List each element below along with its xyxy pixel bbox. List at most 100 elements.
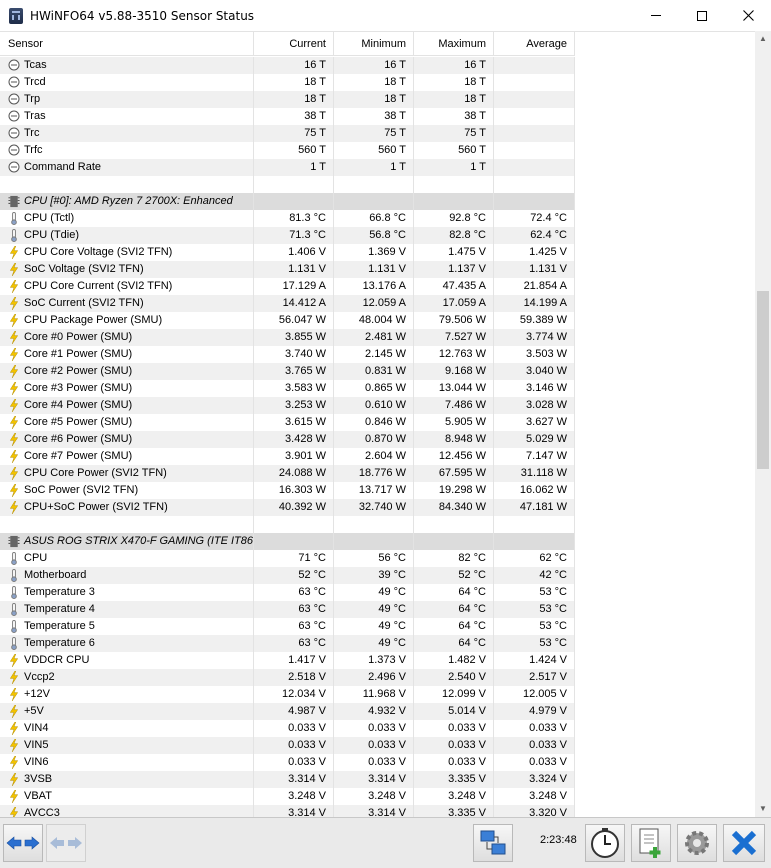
- maximize-button[interactable]: [679, 0, 725, 31]
- reset-timer-button[interactable]: [585, 824, 625, 862]
- sensor-minimum-value: 4.932 V: [334, 703, 414, 720]
- sensor-row[interactable]: Core #7 Power (SMU) 3.901 W 2.604 W 12.4…: [0, 448, 575, 465]
- sensor-row[interactable]: VIN6 0.033 V 0.033 V 0.033 V 0.033 V: [0, 754, 575, 771]
- sensor-row[interactable]: Core #2 Power (SMU) 3.765 W 0.831 W 9.16…: [0, 363, 575, 380]
- close-sensors-button[interactable]: [723, 824, 765, 862]
- scrollbar-thumb[interactable]: [757, 291, 769, 469]
- sensor-maximum-value: 17.059 A: [414, 295, 494, 312]
- sensor-row[interactable]: CPU Core Voltage (SVI2 TFN) 1.406 V 1.36…: [0, 244, 575, 261]
- column-header-minimum[interactable]: Minimum: [334, 32, 414, 56]
- sensor-maximum-value: 1.475 V: [414, 244, 494, 261]
- sensor-row[interactable]: SoC Voltage (SVI2 TFN) 1.131 V 1.131 V 1…: [0, 261, 575, 278]
- sensor-row[interactable]: CPU Core Power (SVI2 TFN) 24.088 W 18.77…: [0, 465, 575, 482]
- close-button[interactable]: [725, 0, 771, 31]
- sensor-average-value: [494, 74, 575, 91]
- sensor-group-row[interactable]: CPU [#0]: AMD Ryzen 7 2700X: Enhanced: [0, 193, 575, 210]
- sensor-row[interactable]: Core #4 Power (SMU) 3.253 W 0.610 W 7.48…: [0, 397, 575, 414]
- sensor-row[interactable]: 3VSB 3.314 V 3.314 V 3.335 V 3.324 V: [0, 771, 575, 788]
- minimize-button[interactable]: [633, 0, 679, 31]
- settings-button[interactable]: [677, 824, 717, 862]
- sensor-name: Trp: [0, 91, 254, 108]
- sensor-name: SoC Voltage (SVI2 TFN): [0, 261, 254, 278]
- sensor-row[interactable]: Temperature 4 63 °C 49 °C 64 °C 53 °C: [0, 601, 575, 618]
- network-icon: [480, 830, 506, 855]
- sensor-row[interactable]: Core #3 Power (SMU) 3.583 W 0.865 W 13.0…: [0, 380, 575, 397]
- sensor-current-value: 3.615 W: [254, 414, 334, 431]
- sensor-group-row[interactable]: ASUS ROG STRIX X470-F GAMING (ITE IT86..…: [0, 533, 575, 550]
- sensor-current-value: 71.3 °C: [254, 227, 334, 244]
- sensor-row[interactable]: VIN4 0.033 V 0.033 V 0.033 V 0.033 V: [0, 720, 575, 737]
- sensor-row[interactable]: Trp 18 T 18 T 18 T: [0, 91, 575, 108]
- sensor-row[interactable]: Temperature 3 63 °C 49 °C 64 °C 53 °C: [0, 584, 575, 601]
- vertical-scrollbar[interactable]: ▲ ▼: [755, 31, 771, 817]
- sensor-average-value: 0.033 V: [494, 720, 575, 737]
- sensor-row[interactable]: Trcd 18 T 18 T 18 T: [0, 74, 575, 91]
- hwinfo-app-icon: [9, 7, 23, 24]
- sensor-row[interactable]: Core #5 Power (SMU) 3.615 W 0.846 W 5.90…: [0, 414, 575, 431]
- sensor-average-value: 7.147 W: [494, 448, 575, 465]
- sensor-current-value: 63 °C: [254, 618, 334, 635]
- sensor-row[interactable]: Core #0 Power (SMU) 3.855 W 2.481 W 7.52…: [0, 329, 575, 346]
- sensor-current-value: 1.406 V: [254, 244, 334, 261]
- sensor-row[interactable]: SoC Power (SVI2 TFN) 16.303 W 13.717 W 1…: [0, 482, 575, 499]
- sensor-row[interactable]: VBAT 3.248 V 3.248 V 3.248 V 3.248 V: [0, 788, 575, 805]
- sensor-table: Sensor Current Minimum Maximum Average T…: [0, 31, 771, 817]
- sensor-row[interactable]: Command Rate 1 T 1 T 1 T: [0, 159, 575, 176]
- sensor-row[interactable]: VDDCR CPU 1.417 V 1.373 V 1.482 V 1.424 …: [0, 652, 575, 669]
- sensor-maximum-value: 1 T: [414, 159, 494, 176]
- sensor-average-value: 3.146 W: [494, 380, 575, 397]
- sensor-row[interactable]: Trfc 560 T 560 T 560 T: [0, 142, 575, 159]
- column-header-average[interactable]: Average: [494, 32, 575, 56]
- column-header-current[interactable]: Current: [254, 32, 334, 56]
- sensor-name: Temperature 3: [0, 584, 254, 601]
- sensor-row[interactable]: CPU (Tdie) 71.3 °C 56.8 °C 82.8 °C 62.4 …: [0, 227, 575, 244]
- sensor-average-value: 1.425 V: [494, 244, 575, 261]
- add-report-button[interactable]: [631, 824, 671, 862]
- column-header-sensor[interactable]: Sensor: [0, 32, 254, 56]
- sensor-row[interactable]: AVCC3 3.314 V 3.314 V 3.335 V 3.320 V: [0, 805, 575, 817]
- sensor-maximum-value: 560 T: [414, 142, 494, 159]
- sensor-minimum-value: 1.369 V: [334, 244, 414, 261]
- sensor-average-value: 16.062 W: [494, 482, 575, 499]
- sensor-current-value: 4.987 V: [254, 703, 334, 720]
- sensor-minimum-value: 38 T: [334, 108, 414, 125]
- sensor-row[interactable]: SoC Current (SVI2 TFN) 14.412 A 12.059 A…: [0, 295, 575, 312]
- sensor-row[interactable]: CPU 71 °C 56 °C 82 °C 62 °C: [0, 550, 575, 567]
- sensor-row[interactable]: Motherboard 52 °C 39 °C 52 °C 42 °C: [0, 567, 575, 584]
- sensor-name: SoC Current (SVI2 TFN): [0, 295, 254, 312]
- sensor-row[interactable]: CPU Package Power (SMU) 56.047 W 48.004 …: [0, 312, 575, 329]
- sensor-current-value: 3.855 W: [254, 329, 334, 346]
- sensor-average-value: [494, 142, 575, 159]
- sensor-row[interactable]: Core #6 Power (SMU) 3.428 W 0.870 W 8.94…: [0, 431, 575, 448]
- sensor-maximum-value: 12.456 W: [414, 448, 494, 465]
- sensor-name: Command Rate: [0, 159, 254, 176]
- sensor-name: CPU Core Current (SVI2 TFN): [0, 278, 254, 295]
- maximize-icon: [697, 10, 707, 21]
- column-header-maximum[interactable]: Maximum: [414, 32, 494, 56]
- sensor-current-value: 38 T: [254, 108, 334, 125]
- scroll-down-arrow-icon[interactable]: ▼: [755, 801, 771, 817]
- sensor-row[interactable]: Temperature 5 63 °C 49 °C 64 °C 53 °C: [0, 618, 575, 635]
- sensor-row[interactable]: CPU Core Current (SVI2 TFN) 17.129 A 13.…: [0, 278, 575, 295]
- sensor-maximum-value: 82.8 °C: [414, 227, 494, 244]
- sensor-minimum-value: 1.373 V: [334, 652, 414, 669]
- sensor-row[interactable]: VIN5 0.033 V 0.033 V 0.033 V 0.033 V: [0, 737, 575, 754]
- window-title: HWiNFO64 v5.88-3510 Sensor Status: [30, 8, 255, 23]
- sensor-row[interactable]: CPU+SoC Power (SVI2 TFN) 40.392 W 32.740…: [0, 499, 575, 516]
- sensor-row[interactable]: +12V 12.034 V 11.968 V 12.099 V 12.005 V: [0, 686, 575, 703]
- sensor-row[interactable]: Trc 75 T 75 T 75 T: [0, 125, 575, 142]
- sensor-minimum-value: 2.145 W: [334, 346, 414, 363]
- sensor-row[interactable]: +5V 4.987 V 4.932 V 5.014 V 4.979 V: [0, 703, 575, 720]
- sensor-row[interactable]: Tcas 16 T 16 T 16 T: [0, 57, 575, 74]
- sensor-row[interactable]: Tras 38 T 38 T 38 T: [0, 108, 575, 125]
- sensor-maximum-value: 7.527 W: [414, 329, 494, 346]
- sensor-current-value: 3.314 V: [254, 805, 334, 817]
- sensor-row[interactable]: Vccp2 2.518 V 2.496 V 2.540 V 2.517 V: [0, 669, 575, 686]
- scroll-up-arrow-icon[interactable]: ▲: [755, 31, 771, 47]
- sensor-row[interactable]: CPU (Tctl) 81.3 °C 66.8 °C 92.8 °C 72.4 …: [0, 210, 575, 227]
- sensor-row[interactable]: Core #1 Power (SMU) 3.740 W 2.145 W 12.7…: [0, 346, 575, 363]
- network-button[interactable]: [473, 824, 513, 862]
- sensor-row[interactable]: Temperature 6 63 °C 49 °C 64 °C 53 °C: [0, 635, 575, 652]
- navigate-button[interactable]: [3, 824, 43, 862]
- sensor-name: Motherboard: [0, 567, 254, 584]
